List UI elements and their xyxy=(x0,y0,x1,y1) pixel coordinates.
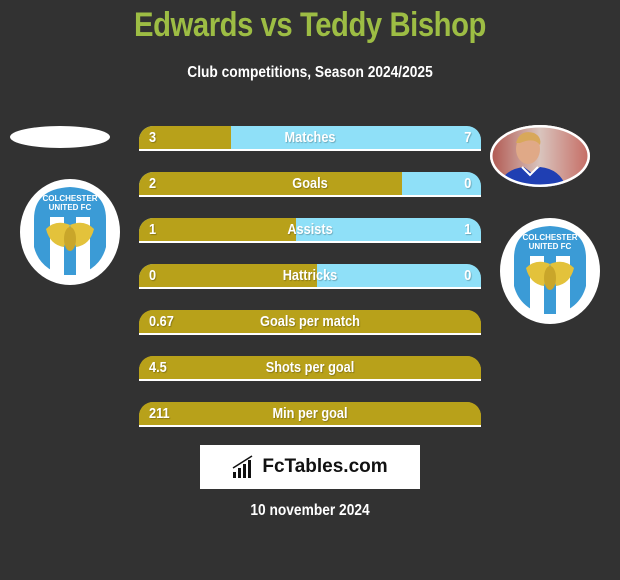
stat-row: 0 Hattricks 0 xyxy=(139,264,481,289)
stat-value-right: 0 xyxy=(463,267,471,284)
stat-label: Goals xyxy=(292,175,328,192)
competition-subtitle: Club competitions, Season 2024/2025 xyxy=(187,64,433,81)
right-player-photo xyxy=(490,125,590,187)
stat-row: 2 Goals 0 xyxy=(139,172,481,197)
stat-label: Shots per goal xyxy=(265,359,355,376)
stat-row: 211 Min per goal xyxy=(139,402,481,427)
stat-value-right: 7 xyxy=(463,129,471,146)
svg-text:COLCHESTER: COLCHESTER xyxy=(42,194,97,203)
colchester-crest-icon: COLCHESTER UNITED FC xyxy=(514,226,586,316)
stat-row: 4.5 Shots per goal xyxy=(139,356,481,381)
stat-row: 3 Matches 7 xyxy=(139,126,481,151)
stat-value-right: 1 xyxy=(463,221,471,238)
fctables-logo[interactable]: FcTables.com xyxy=(200,445,420,489)
stat-value-left: 3 xyxy=(149,129,157,146)
logo-text: FcTables.com xyxy=(262,456,388,477)
svg-text:UNITED FC: UNITED FC xyxy=(49,203,92,212)
stat-label: Min per goal xyxy=(272,405,348,422)
svg-text:UNITED FC: UNITED FC xyxy=(529,242,572,251)
colchester-crest-icon: COLCHESTER UNITED FC xyxy=(34,187,106,277)
stat-label: Assists xyxy=(287,221,333,238)
bar-chart-icon xyxy=(232,455,253,478)
stat-label: Matches xyxy=(284,129,336,146)
right-club-badge: COLCHESTER UNITED FC xyxy=(500,218,600,324)
left-club-badge: COLCHESTER UNITED FC xyxy=(20,179,120,285)
stat-value-left: 2 xyxy=(149,175,157,192)
stat-row: 0.67 Goals per match xyxy=(139,310,481,335)
stat-label: Goals per match xyxy=(260,313,360,330)
stat-value-right: 0 xyxy=(463,175,471,192)
player-photo-icon xyxy=(490,125,590,187)
page-title: Edwards vs Teddy Bishop xyxy=(134,6,486,44)
stat-label: Hattricks xyxy=(282,267,338,284)
svg-text:COLCHESTER: COLCHESTER xyxy=(522,233,577,242)
date-label: 10 november 2024 xyxy=(250,502,370,519)
left-player-photo-placeholder xyxy=(10,126,110,148)
stat-value-left: 0 xyxy=(149,267,157,284)
stat-value-left: 1 xyxy=(149,221,157,238)
stat-row: 1 Assists 1 xyxy=(139,218,481,243)
